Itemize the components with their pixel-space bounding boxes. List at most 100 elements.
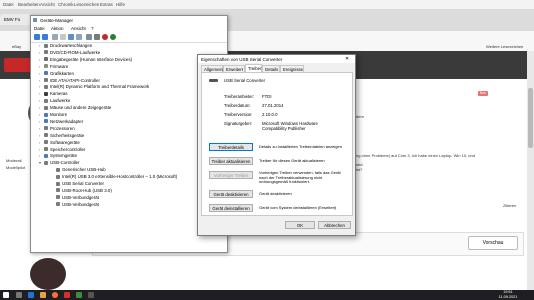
tree-item[interactable]: ▾ USB-Controller: [39, 160, 80, 166]
explorer-icon[interactable]: [28, 292, 34, 298]
update-driver-icon[interactable]: [86, 34, 92, 40]
tree-item[interactable]: › Sicherheitsgeräte: [39, 133, 84, 139]
clock: 19:51 11.09.2021: [496, 290, 520, 300]
browser-menu-item[interactable]: Hilfe: [116, 2, 125, 7]
tab-erweitert[interactable]: Erweitert: [223, 65, 245, 72]
tree-item[interactable]: › Druckwarteschlangen: [39, 43, 92, 49]
disable-device-icon[interactable]: [94, 34, 100, 40]
driver-details-button[interactable]: Treiberdetails: [209, 143, 253, 151]
menu-item-aktion[interactable]: Aktion: [51, 26, 64, 31]
scrollbar[interactable]: [527, 51, 534, 290]
tree-item[interactable]: › Mäuse und andere Zeigegeräte: [39, 105, 111, 111]
tree-item[interactable]: › IDE ATA/ATAPI-Controller: [39, 78, 100, 84]
device-icon: [44, 133, 48, 138]
uninstall-icon[interactable]: [102, 34, 108, 40]
tree-item-label: USB-Verbundgerät: [62, 194, 99, 200]
tree-item[interactable]: › Laufwerke: [39, 98, 70, 104]
tree-item[interactable]: › Eingabegeräte (Human Interface Devices): [39, 57, 132, 63]
browser-menu-item[interactable]: Ansicht: [40, 2, 55, 7]
rollback-driver-button[interactable]: Vorheriger Treiber: [209, 171, 253, 179]
download-icon[interactable]: [110, 34, 116, 40]
app-icon[interactable]: [64, 292, 70, 298]
browser-menu-item[interactable]: Chronik: [58, 2, 74, 7]
dialog-titlebar: Eigenschaften von USB Serial Converter ✕: [198, 55, 355, 63]
tree-item[interactable]: › Kameras: [39, 91, 68, 97]
driver-tab-panel: USB Serial Converter Treiberanbieter: FT…: [201, 72, 353, 216]
properties-icon[interactable]: [60, 34, 66, 40]
menu-item-help[interactable]: ?: [91, 26, 94, 31]
help-icon[interactable]: [68, 34, 74, 40]
browser-menu-item[interactable]: Datei: [3, 2, 14, 7]
tab-treiber[interactable]: Treiber: [245, 64, 262, 72]
tree-item[interactable]: › Softwaregeräte: [39, 140, 80, 146]
back-icon[interactable]: [34, 34, 40, 40]
tree-item[interactable]: › Grafikkarten: [39, 71, 74, 77]
cancel-button[interactable]: Abbrechen: [318, 221, 351, 229]
tree-item[interactable]: › DVD/CD-ROM-Laufwerke: [39, 50, 100, 56]
tab-ereignisse[interactable]: Ereignisse: [280, 65, 304, 72]
bookmark-item[interactable]: eBay: [12, 44, 21, 49]
device-icon: [44, 84, 48, 89]
browser-tab[interactable]: EMV Fo: [0, 14, 30, 25]
browser-menu-item[interactable]: Bearbeiten: [18, 2, 40, 7]
tree-view-icon[interactable]: [52, 34, 58, 40]
update-driver-button[interactable]: Treiber aktualisieren: [209, 157, 253, 165]
start-icon[interactable]: [3, 292, 9, 298]
disable-device-button[interactable]: Gerät deaktivieren: [209, 190, 253, 198]
tree-item[interactable]: USB-Root-Hub (USB 3.0): [51, 188, 112, 194]
tree-item[interactable]: › Prozessoren: [39, 126, 75, 132]
user-role: Modellpilot: [6, 165, 26, 170]
tree-item[interactable]: › Firmware: [39, 64, 68, 70]
window-title: Geräte-Manager: [40, 18, 74, 23]
tab-details[interactable]: Details: [262, 65, 280, 72]
app-icon[interactable]: [76, 292, 82, 298]
site-red-button[interactable]: [4, 58, 32, 72]
properties-dialog: Eigenschaften von USB Serial Converter ✕…: [197, 54, 356, 236]
tree-item-label: Netzwerkadapter: [50, 118, 84, 124]
firefox-icon[interactable]: [52, 292, 58, 298]
browser-menu-item[interactable]: Lesezeichen: [74, 2, 99, 7]
tree-item[interactable]: › Intel(R) Dynamic Platform and Thermal F…: [39, 84, 149, 90]
device-icon: [44, 105, 48, 110]
tree-item[interactable]: › Monitore: [39, 112, 67, 118]
tree-item-label: Laufwerke: [50, 98, 71, 104]
scan-hardware-icon[interactable]: [76, 34, 82, 40]
action-description: Treiber für dieses Gerät aktualisieren: [259, 158, 325, 163]
device-manager-taskbar-icon[interactable]: [88, 292, 94, 298]
tree-item-label: Druckwarteschlangen: [50, 43, 93, 48]
tree-item[interactable]: USB Serial Converter: [51, 181, 104, 187]
tree-item-label: Eingabegeräte (Human Interface Devices): [50, 56, 133, 62]
device-icon: [56, 195, 60, 200]
device-icon: [44, 57, 48, 62]
uninstall-device-button[interactable]: Gerät deinstallieren: [209, 204, 253, 212]
search-icon[interactable]: [16, 292, 22, 298]
device-icon: [44, 140, 48, 145]
device-icon: [44, 43, 48, 48]
field-label: Treiberdatum:: [224, 103, 251, 108]
device-icon: [44, 50, 48, 55]
tree-item[interactable]: › Netzwerkadapter: [39, 119, 83, 125]
scrollbar-thumb[interactable]: [528, 88, 533, 148]
folder-icon[interactable]: [40, 292, 46, 298]
close-icon[interactable]: ✕: [345, 56, 349, 62]
quote-link[interactable]: Zitieren: [503, 203, 516, 208]
tree-item[interactable]: Intel(R) USB 3.0 eXtensible-Hostcontroll…: [51, 174, 177, 180]
tree-item[interactable]: Generischer USB-Hub: [51, 167, 106, 173]
browser-menu-item[interactable]: Extras: [100, 2, 113, 7]
tree-item[interactable]: USB-Verbundgerät: [51, 195, 99, 201]
field-label: Signaturgeber:: [224, 121, 253, 126]
menu-item-ansicht[interactable]: Ansicht: [71, 26, 86, 31]
device-icon: [44, 126, 48, 131]
tree-item[interactable]: › Speichercontroller: [39, 147, 85, 153]
tree-item[interactable]: USB-Verbundgerät: [51, 202, 99, 208]
ok-button[interactable]: OK: [285, 221, 315, 229]
forward-icon[interactable]: [42, 34, 48, 40]
device-icon: [44, 91, 48, 96]
other-bookmarks[interactable]: Weitere Lesezeichen: [486, 44, 523, 49]
device-manager-icon: [33, 18, 37, 22]
menu-item-datei[interactable]: Datei: [34, 26, 45, 31]
tab-allgemein[interactable]: Allgemein: [201, 65, 223, 72]
preview-button[interactable]: Vorschau: [468, 236, 518, 250]
action-description: Details zu installierten Treiberdateien …: [259, 144, 342, 149]
tree-item[interactable]: › Systemgeräte: [39, 153, 77, 159]
